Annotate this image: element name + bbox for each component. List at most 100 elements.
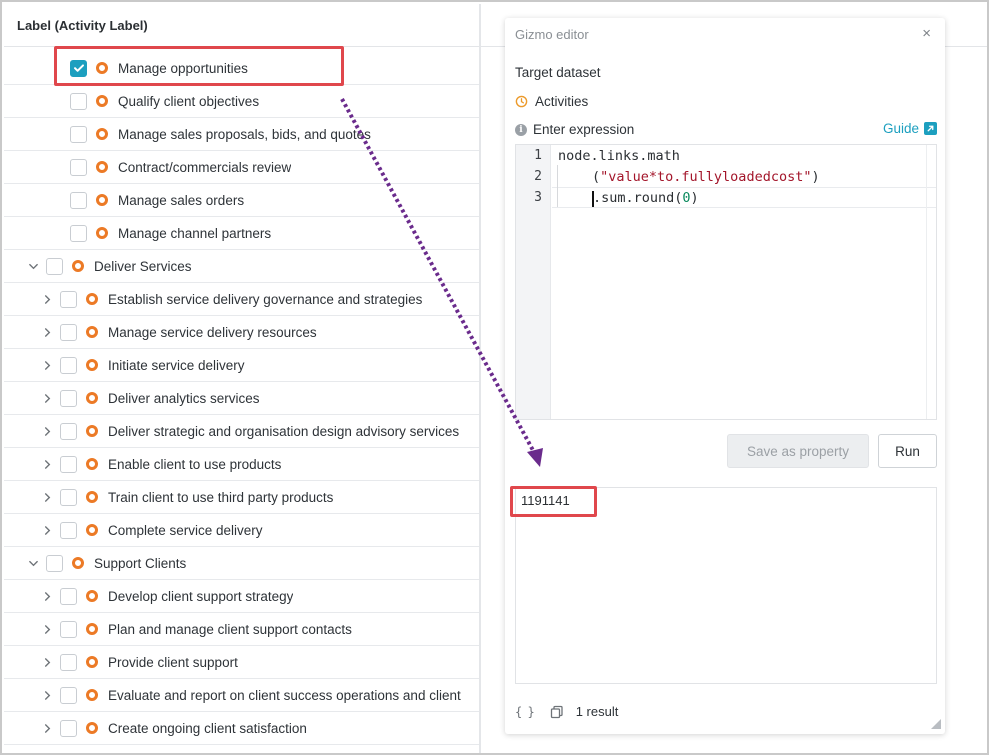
- row-checkbox[interactable]: [60, 521, 77, 539]
- row-checkbox[interactable]: [70, 191, 87, 209]
- dataset-name: Activities: [535, 94, 589, 109]
- row-checkbox[interactable]: [60, 422, 77, 440]
- tree-row[interactable]: Plan and manage client support contacts: [4, 613, 479, 646]
- tree-row[interactable]: Manage sales proposals, bids, and quotes: [4, 118, 479, 151]
- row-checkbox[interactable]: [46, 257, 63, 275]
- activity-ring-icon: [72, 557, 84, 569]
- tree-row-label: Train client to use third party products: [108, 489, 334, 505]
- row-checkbox[interactable]: [70, 92, 87, 110]
- chevron-down-icon[interactable]: [26, 259, 40, 273]
- tree-row[interactable]: Deliver analytics services: [4, 382, 479, 415]
- chevron-right-icon[interactable]: [40, 622, 54, 636]
- tree-row[interactable]: Deliver strategic and organisation desig…: [4, 415, 479, 448]
- tree-row-label: Establish service delivery governance an…: [108, 291, 423, 307]
- save-as-property-button[interactable]: Save as property: [727, 434, 869, 468]
- result-footer: { } 1 result: [515, 704, 618, 719]
- tree-row-label: Deliver analytics services: [108, 390, 260, 406]
- row-checkbox[interactable]: [60, 356, 77, 374]
- code-line-3: .sum.round(0): [593, 190, 699, 206]
- chevron-right-icon[interactable]: [40, 457, 54, 471]
- tree-row[interactable]: Provide client support: [4, 646, 479, 679]
- copy-icon[interactable]: [550, 705, 564, 719]
- chevron-right-icon[interactable]: [40, 655, 54, 669]
- chevron-right-icon[interactable]: [40, 490, 54, 504]
- row-checkbox[interactable]: [60, 323, 77, 341]
- row-checkbox[interactable]: [60, 719, 77, 737]
- code-scrollbar[interactable]: [926, 145, 936, 419]
- tree-row[interactable]: Train client to use third party products: [4, 481, 479, 514]
- tree-row-label: Plan and manage client support contacts: [108, 621, 352, 637]
- row-checkbox[interactable]: [60, 389, 77, 407]
- activity-ring-icon: [86, 293, 98, 305]
- tree-row[interactable]: Manage service delivery resources: [4, 316, 479, 349]
- tree-row-label: Develop client support strategy: [108, 588, 294, 604]
- tree-row[interactable]: Evaluate and report on client success op…: [4, 679, 479, 712]
- indent-guide: [557, 165, 558, 207]
- tree-row[interactable]: Contract/commercials review: [4, 151, 479, 184]
- tree-row-label: Provide client support: [108, 654, 238, 670]
- row-checkbox[interactable]: [60, 455, 77, 473]
- chevron-right-icon[interactable]: [40, 391, 54, 405]
- chevron-right-icon[interactable]: [40, 424, 54, 438]
- text-caret: [592, 191, 594, 207]
- tree-row[interactable]: Create ongoing client satisfaction: [4, 712, 479, 745]
- activity-ring-icon: [86, 524, 98, 536]
- row-checkbox[interactable]: [60, 653, 77, 671]
- chevron-down-icon[interactable]: [26, 556, 40, 570]
- tree-row[interactable]: Support Clients: [4, 547, 479, 580]
- guide-link-text: Guide: [882, 121, 919, 136]
- dataset-selector[interactable]: Activities: [515, 94, 588, 109]
- activity-ring-icon: [86, 425, 98, 437]
- tree-row[interactable]: Develop client support strategy: [4, 580, 479, 613]
- tree-rows: Manage opportunities Qualify client objec…: [4, 52, 479, 745]
- row-checkbox[interactable]: [70, 224, 87, 242]
- chevron-right-icon[interactable]: [40, 292, 54, 306]
- activity-tree: Label (Activity Label) Manage opportunit…: [4, 4, 479, 753]
- chevron-right-icon[interactable]: [40, 688, 54, 702]
- row-checkbox[interactable]: [60, 488, 77, 506]
- info-icon[interactable]: i: [515, 123, 527, 136]
- chevron-right-icon[interactable]: [40, 358, 54, 372]
- result-output[interactable]: 1191141: [515, 487, 937, 684]
- row-checkbox[interactable]: [60, 587, 77, 605]
- chevron-right-icon[interactable]: [40, 325, 54, 339]
- activity-ring-icon: [72, 260, 84, 272]
- tree-row[interactable]: Establish service delivery governance an…: [4, 283, 479, 316]
- tree-row[interactable]: Manage channel partners: [4, 217, 479, 250]
- row-checkbox[interactable]: [70, 59, 87, 77]
- row-checkbox[interactable]: [70, 125, 87, 143]
- line-gutter: 1 2 3: [516, 145, 551, 419]
- tree-row[interactable]: Manage sales orders: [4, 184, 479, 217]
- row-checkbox[interactable]: [60, 686, 77, 704]
- activity-ring-icon: [96, 128, 108, 140]
- row-checkbox[interactable]: [60, 620, 77, 638]
- activity-ring-icon: [86, 656, 98, 668]
- code-line-2: ("value*to.fullyloadedcost"): [592, 169, 820, 185]
- guide-link[interactable]: Guide: [883, 121, 937, 136]
- chevron-right-icon[interactable]: [40, 589, 54, 603]
- chevron-right-icon[interactable]: [40, 523, 54, 537]
- tree-row[interactable]: Manage opportunities: [4, 52, 479, 85]
- row-checkbox[interactable]: [46, 554, 63, 572]
- external-link-icon: [924, 122, 937, 135]
- run-button[interactable]: Run: [878, 434, 937, 468]
- tree-row-label: Manage service delivery resources: [108, 324, 317, 340]
- tree-row-label: Manage sales orders: [118, 192, 245, 208]
- code-editor[interactable]: 1 2 3 node.links.math ("value*to.fullylo…: [515, 144, 937, 420]
- row-checkbox[interactable]: [70, 158, 87, 176]
- chevron-right-icon[interactable]: [40, 721, 54, 735]
- json-braces-icon[interactable]: { }: [515, 705, 535, 719]
- tree-row-label: Manage channel partners: [118, 225, 272, 241]
- line-number: 3: [534, 190, 542, 205]
- tree-row[interactable]: Qualify client objectives: [4, 85, 479, 118]
- row-checkbox[interactable]: [60, 290, 77, 308]
- activity-ring-icon: [86, 392, 98, 404]
- close-icon[interactable]: ×: [922, 25, 931, 42]
- tree-row[interactable]: Complete service delivery: [4, 514, 479, 547]
- tree-row[interactable]: Initiate service delivery: [4, 349, 479, 382]
- tree-row[interactable]: Deliver Services: [4, 250, 479, 283]
- tree-row[interactable]: Enable client to use products: [4, 448, 479, 481]
- resize-handle-icon[interactable]: [931, 719, 941, 729]
- tree-column-header[interactable]: Label (Activity Label): [4, 4, 479, 47]
- pane-divider[interactable]: [479, 4, 481, 753]
